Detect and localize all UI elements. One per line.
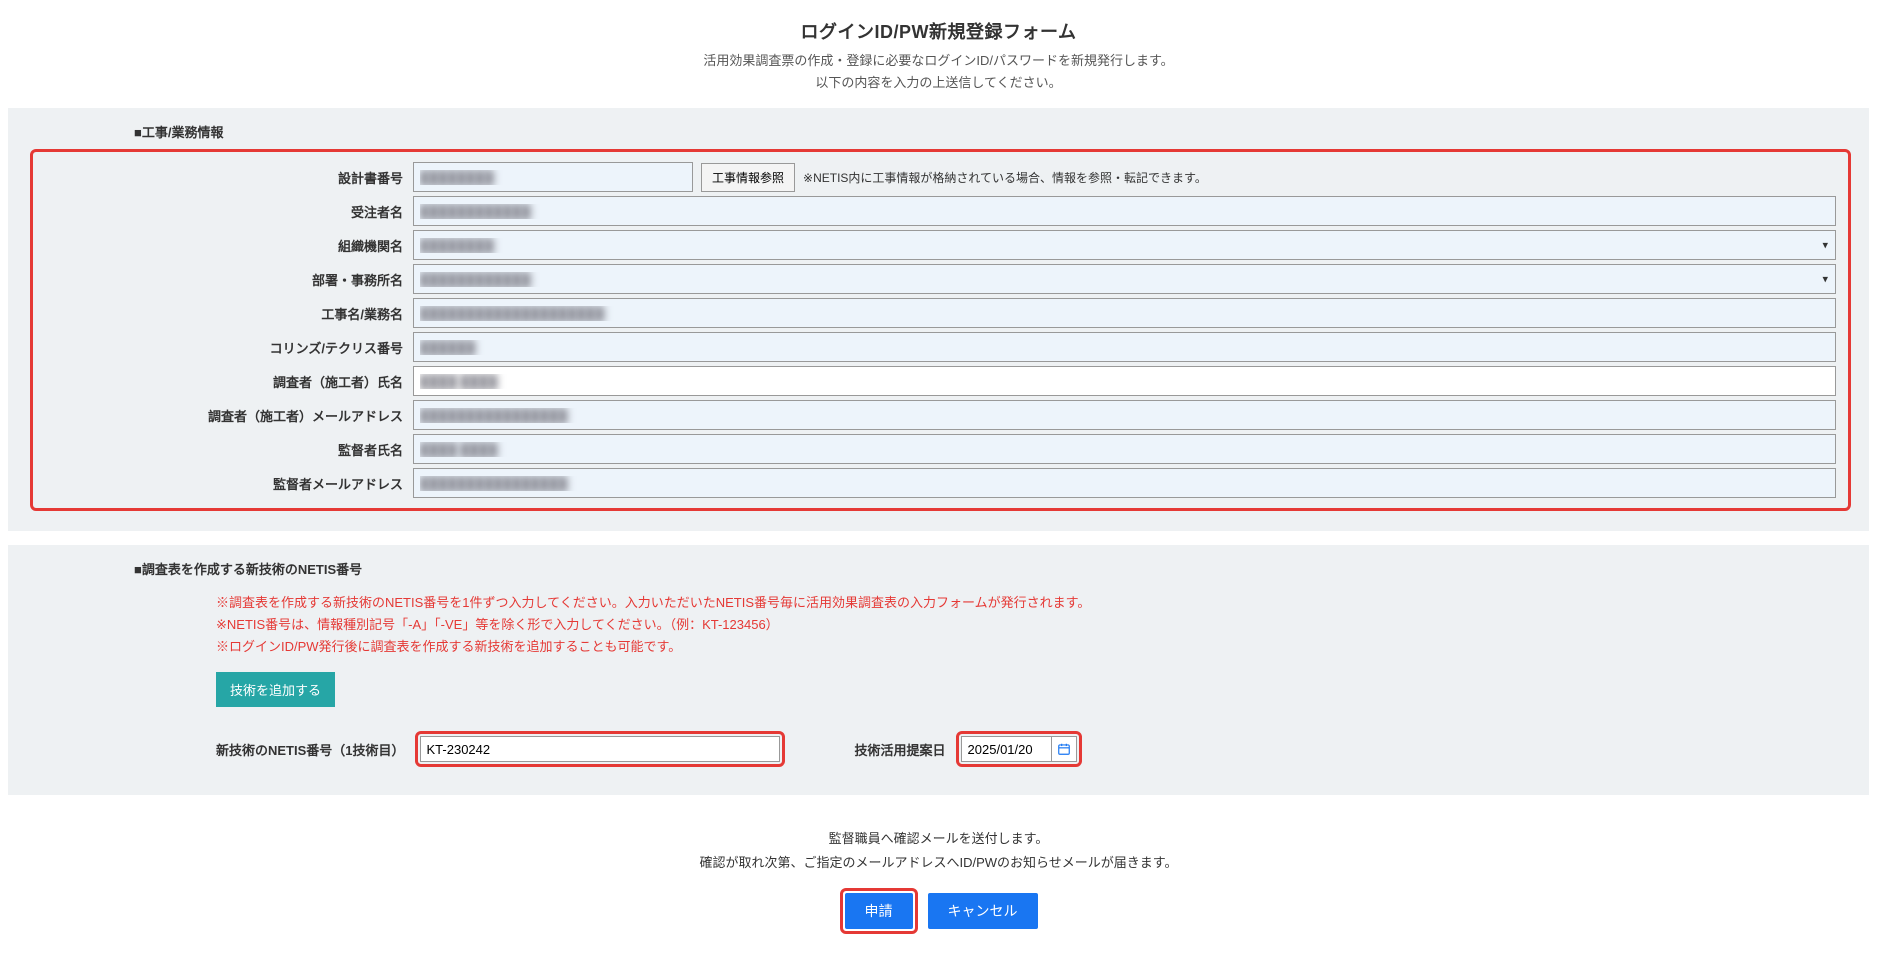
project-input[interactable]: [413, 298, 1836, 328]
netis-number-label: 新技術のNETIS番号（1技術目）: [216, 740, 405, 759]
org-select[interactable]: ████████: [413, 230, 1836, 260]
section-heading-construction: ■工事/業務情報: [134, 122, 1851, 141]
reference-note: ※NETIS内に工事情報が格納されている場合、情報を参照・転記できます。: [803, 169, 1207, 186]
calendar-icon[interactable]: [1051, 736, 1077, 762]
investigator-mail-input[interactable]: [413, 400, 1836, 430]
dept-select[interactable]: ████████████: [413, 264, 1836, 294]
investigator-input[interactable]: [413, 366, 1836, 396]
label-investigator: 調査者（施工者）氏名: [33, 372, 413, 391]
supervisor-input[interactable]: [413, 434, 1836, 464]
label-design-no: 設計書番号: [33, 168, 413, 187]
label-org: 組織機関名: [33, 236, 413, 255]
label-corins: コリンズ/テクリス番号: [33, 338, 413, 357]
supervisor-mail-input[interactable]: [413, 468, 1836, 498]
page-header: ログインID/PW新規登録フォーム 活用効果調査票の作成・登録に必要なログインI…: [0, 0, 1877, 102]
page-title: ログインID/PW新規登録フォーム: [0, 18, 1877, 44]
label-contractor: 受注者名: [33, 202, 413, 221]
footer-text-1: 監督職員へ確認メールを送付します。: [0, 827, 1877, 850]
proposal-date-label: 技術活用提案日: [855, 740, 946, 759]
label-supervisor-mail: 監督者メールアドレス: [33, 474, 413, 493]
contractor-input[interactable]: [413, 196, 1836, 226]
label-supervisor: 監督者氏名: [33, 440, 413, 459]
section-heading-netis: ■調査表を作成する新技術のNETIS番号: [134, 559, 1851, 578]
submit-highlight: 申請: [840, 888, 918, 934]
reference-button[interactable]: 工事情報参照: [701, 163, 795, 192]
netis-number-panel: ■調査表を作成する新技術のNETIS番号 ※調査表を作成する新技術のNETIS番…: [8, 545, 1869, 795]
page-subtitle: 活用効果調査票の作成・登録に必要なログインID/パスワードを新規発行します。 以…: [0, 50, 1877, 94]
proposal-date-input[interactable]: [961, 736, 1051, 762]
netis-number-highlight: [415, 731, 785, 767]
highlighted-form-area: 設計書番号 工事情報参照 ※NETIS内に工事情報が格納されている場合、情報を参…: [30, 149, 1851, 511]
add-technology-button[interactable]: 技術を追加する: [216, 672, 335, 707]
design-no-input[interactable]: [413, 162, 693, 192]
proposal-date-highlight: [956, 731, 1082, 767]
submit-button[interactable]: 申請: [845, 893, 913, 929]
construction-info-panel: ■工事/業務情報 設計書番号 工事情報参照 ※NETIS内に工事情報が格納されて…: [8, 108, 1869, 531]
label-investigator-mail: 調査者（施工者）メールアドレス: [33, 406, 413, 425]
footer-text-2: 確認が取れ次第、ご指定のメールアドレスへID/PWのお知らせメールが届きます。: [0, 851, 1877, 874]
corins-input[interactable]: [413, 332, 1836, 362]
netis-number-input[interactable]: [420, 736, 780, 762]
label-dept: 部署・事務所名: [33, 270, 413, 289]
footer-area: 監督職員へ確認メールを送付します。 確認が取れ次第、ご指定のメールアドレスへID…: [0, 809, 1877, 964]
netis-info-text: ※調査表を作成する新技術のNETIS番号を1件ずつ入力してください。入力いただい…: [216, 592, 1851, 658]
label-project: 工事名/業務名: [33, 304, 413, 323]
cancel-button[interactable]: キャンセル: [928, 893, 1038, 929]
